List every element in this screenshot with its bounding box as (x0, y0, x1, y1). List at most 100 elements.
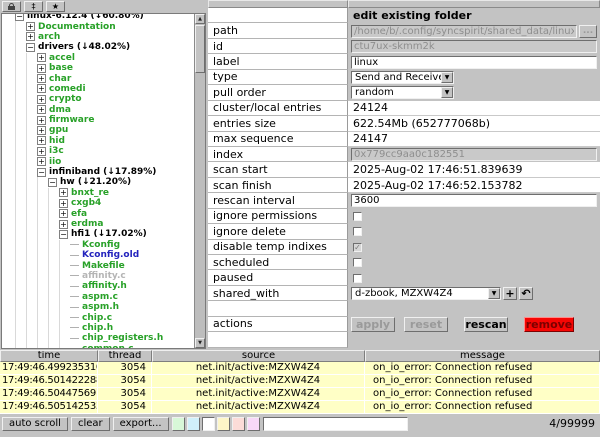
rescan-interval-input[interactable] (351, 194, 597, 207)
tree-item[interactable]: −linux-6.12.4 (↓60.80%) (2, 13, 193, 21)
log-level-filter-2[interactable] (202, 417, 215, 431)
tree-item[interactable]: Makefile (2, 260, 193, 270)
remove-button[interactable]: remove (524, 317, 574, 332)
expand-toggle-icon[interactable]: + (37, 84, 46, 93)
expand-toggle-icon[interactable]: + (37, 126, 46, 135)
chevron-down-icon[interactable]: ▼ (441, 72, 453, 83)
ignore-permissions-checkbox[interactable] (353, 212, 362, 221)
tree-item[interactable]: chip.c (2, 312, 193, 322)
log-rows: 17:49:46.4992353103054net.init/active:MZ… (0, 362, 600, 414)
tree-item[interactable]: Kconfig.old (2, 250, 193, 260)
collapse-toggle-icon[interactable]: − (59, 230, 68, 239)
lock-button[interactable] (2, 1, 21, 12)
log-row[interactable]: 17:49:46.5044756913054net.init/active:MZ… (0, 388, 600, 401)
tree-item[interactable]: +hid (2, 136, 193, 146)
rescan-button[interactable]: rescan (464, 317, 508, 332)
tree-item[interactable]: +iio (2, 156, 193, 166)
scroll-down-icon[interactable]: ▼ (195, 338, 205, 348)
paused-checkbox[interactable] (353, 274, 362, 283)
clear-button[interactable]: clear (71, 417, 110, 431)
tree-item[interactable]: +arch (2, 32, 193, 42)
ignore-delete-checkbox[interactable] (353, 227, 362, 236)
collapse-toggle-icon[interactable]: − (48, 178, 57, 187)
log-column-header[interactable]: thread (98, 350, 152, 362)
expand-toggle-icon[interactable]: + (59, 209, 68, 218)
tree-item[interactable]: affinity.c (2, 271, 193, 281)
tree-item[interactable]: affinity.h (2, 281, 193, 291)
chevron-down-icon[interactable]: ▼ (441, 87, 453, 98)
expand-toggle-icon[interactable]: + (26, 22, 35, 31)
log-row[interactable]: 17:49:46.4992353103054net.init/active:MZ… (0, 362, 600, 375)
tree-item[interactable]: +base (2, 63, 193, 73)
expand-toggle-icon[interactable]: + (26, 32, 35, 41)
tree-item[interactable]: Kconfig (2, 240, 193, 250)
updown-button[interactable]: ‡ (24, 1, 43, 12)
tree-item[interactable]: aspm.h (2, 302, 193, 312)
form-row: ignore permissions (208, 209, 600, 224)
log-row[interactable]: 17:49:46.5014222883054net.init/active:MZ… (0, 375, 600, 388)
expand-toggle-icon[interactable]: + (37, 136, 46, 145)
collapse-toggle-icon[interactable]: − (37, 168, 46, 177)
tree-item[interactable]: +accel (2, 53, 193, 63)
tree-item[interactable]: −infiniband (↓17.89%) (2, 167, 193, 177)
log-level-filter-0[interactable] (172, 417, 185, 431)
star-button[interactable]: ★ (46, 1, 65, 12)
expand-toggle-icon[interactable]: + (37, 53, 46, 62)
expand-toggle-icon[interactable]: + (37, 105, 46, 114)
expand-toggle-icon[interactable]: + (59, 220, 68, 229)
log-level-filter-5[interactable] (247, 417, 260, 431)
tree-item[interactable]: −hfi1 (↓17.02%) (2, 229, 193, 239)
chevron-down-icon[interactable]: ▼ (488, 288, 500, 299)
tree-item[interactable]: +Documentation (2, 21, 193, 31)
log-filter-input[interactable] (263, 417, 408, 431)
scroll-up-icon[interactable]: ▲ (195, 14, 205, 24)
auto-scroll-button[interactable]: auto scroll (2, 417, 68, 431)
label-input[interactable] (351, 56, 597, 69)
expand-toggle-icon[interactable]: + (37, 157, 46, 166)
tree-item[interactable]: common.c (2, 344, 193, 350)
tree-item[interactable]: +bnxt_re (2, 188, 193, 198)
tree-item[interactable]: +firmware (2, 115, 193, 125)
add-device-button[interactable]: + (503, 287, 517, 300)
expand-toggle-icon[interactable]: + (37, 74, 46, 83)
tree-item[interactable]: +i3c (2, 146, 193, 156)
tree-item[interactable]: +erdma (2, 219, 193, 229)
log-level-filter-3[interactable] (217, 417, 230, 431)
log-column-header[interactable]: source (152, 350, 365, 362)
log-row[interactable]: 17:49:46.5051425333054net.init/active:MZ… (0, 401, 600, 414)
log-level-filter-4[interactable] (232, 417, 245, 431)
tree-item[interactable]: +comedi (2, 84, 193, 94)
tree-item[interactable]: −hw (↓21.20%) (2, 177, 193, 187)
log-column-header[interactable]: message (365, 350, 600, 362)
collapse-toggle-icon[interactable]: − (26, 43, 35, 52)
undo-button[interactable]: ↶ (519, 287, 533, 300)
expand-toggle-icon[interactable]: + (37, 64, 46, 73)
pull-order-dropdown[interactable]: random▼ (351, 86, 454, 99)
expand-toggle-icon[interactable]: + (37, 116, 46, 125)
tree-item[interactable]: +cxgb4 (2, 198, 193, 208)
tree-item[interactable]: +char (2, 73, 193, 83)
scheduled-checkbox[interactable] (353, 258, 362, 267)
tree-item[interactable]: +gpu (2, 125, 193, 135)
tree-item[interactable]: +efa (2, 208, 193, 218)
tree-guide-line (59, 240, 70, 250)
tree-item[interactable]: −drivers (↓48.02%) (2, 42, 193, 52)
tree-item[interactable]: chip.h (2, 323, 193, 333)
log-level-filter-1[interactable] (187, 417, 200, 431)
export-button[interactable]: export... (113, 417, 169, 431)
tree-item[interactable]: +dma (2, 105, 193, 115)
type-dropdown[interactable]: Send and Receive▼ (351, 71, 454, 84)
tree-item[interactable]: aspm.c (2, 292, 193, 302)
expand-toggle-icon[interactable]: + (37, 95, 46, 104)
expand-toggle-icon[interactable]: + (59, 188, 68, 197)
browse-button[interactable]: ... (579, 25, 597, 38)
scrollbar-thumb[interactable] (195, 25, 205, 73)
shared-with-dropdown[interactable]: d-zbook, MZXW4Z4▼ (351, 287, 501, 300)
tree-item[interactable]: chip_registers.h (2, 333, 193, 343)
collapse-toggle-icon[interactable]: − (15, 13, 24, 21)
tree-item[interactable]: +crypto (2, 94, 193, 104)
log-column-header[interactable]: time (0, 350, 98, 362)
expand-toggle-icon[interactable]: + (37, 147, 46, 156)
expand-toggle-icon[interactable]: + (59, 199, 68, 208)
tree-vertical-scrollbar[interactable]: ▲ ▼ (194, 14, 205, 348)
